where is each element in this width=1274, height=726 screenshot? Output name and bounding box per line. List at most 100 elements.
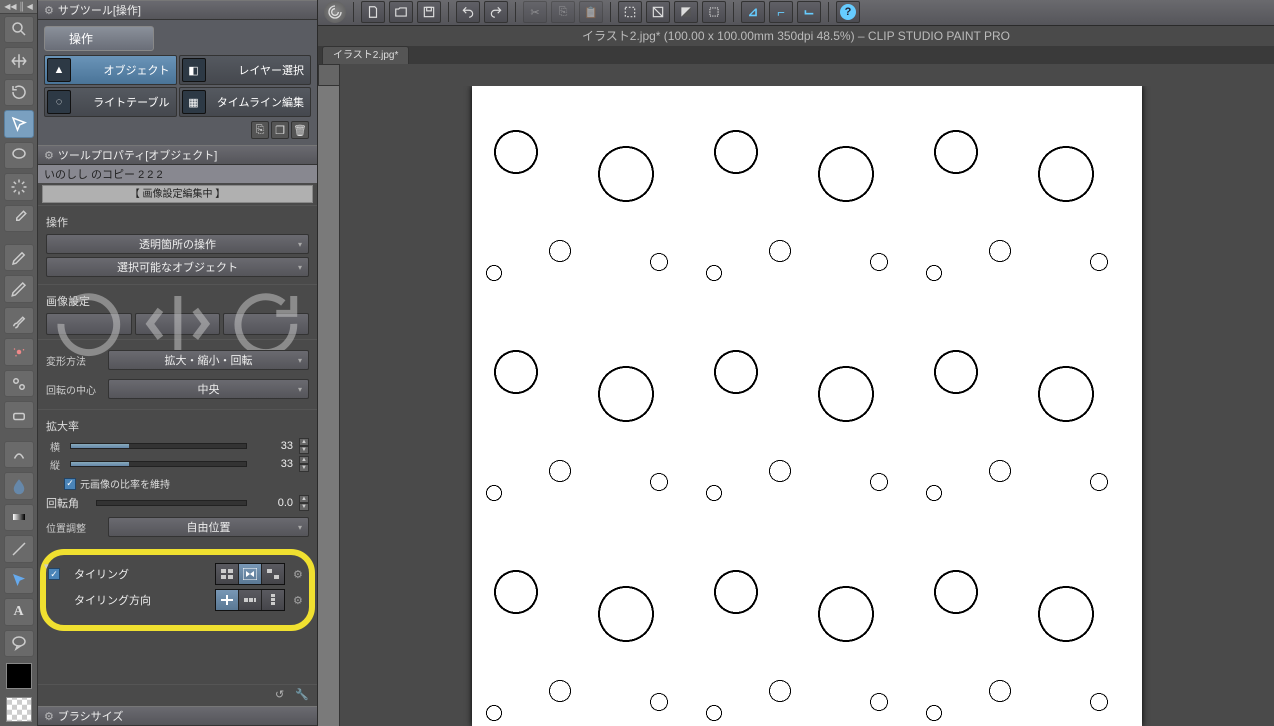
document-tab[interactable]: イラスト2.jpg* bbox=[322, 46, 409, 64]
tool-blend[interactable] bbox=[4, 441, 34, 468]
tiling-dir-h[interactable] bbox=[239, 590, 261, 610]
cut-btn[interactable]: ✂ bbox=[523, 1, 547, 23]
tiling-dir-v[interactable] bbox=[262, 590, 284, 610]
scale-w-label: 横 bbox=[46, 439, 64, 454]
tiling-dir-both[interactable] bbox=[216, 590, 238, 610]
subtool-object[interactable]: ▲オブジェクト bbox=[44, 55, 177, 85]
tool-arrow[interactable] bbox=[4, 567, 34, 594]
top-toolbar: ✂ ⎘ 📋 ⊿ ⌐ ⌙ ? bbox=[318, 0, 1274, 26]
reset-icon[interactable]: ↺ bbox=[275, 688, 291, 704]
tool-lasso[interactable] bbox=[4, 142, 34, 169]
dup-subtool-icon[interactable]: ❐ bbox=[271, 121, 289, 139]
tool-wand[interactable] bbox=[4, 173, 34, 200]
background-color[interactable] bbox=[6, 697, 32, 723]
rotation-slider[interactable] bbox=[96, 500, 247, 506]
rotation-value: 0.0 bbox=[253, 497, 293, 509]
tool-line[interactable] bbox=[4, 535, 34, 562]
tool-fill[interactable] bbox=[4, 472, 34, 499]
open-file-btn[interactable] bbox=[389, 1, 413, 23]
snap-special-btn[interactable]: ⌙ bbox=[797, 1, 821, 23]
subtool-timeline[interactable]: ▦タイムライン編集 bbox=[179, 87, 312, 117]
tool-pencil[interactable] bbox=[4, 275, 34, 302]
scale-h-value: 33 bbox=[253, 458, 293, 470]
trash-icon[interactable]: 🗑 bbox=[291, 121, 309, 139]
tiling-dir-group bbox=[215, 589, 285, 611]
tool-text[interactable]: A bbox=[4, 598, 34, 625]
editing-banner: 【 画像設定編集中 】 bbox=[42, 185, 313, 203]
rotation-label: 回転角 bbox=[46, 495, 90, 511]
tool-balloon[interactable] bbox=[4, 630, 34, 657]
tiling-checkbox[interactable]: ✓ bbox=[48, 568, 60, 580]
keep-ratio-check[interactable]: ✓ 元画像の比率を維持 bbox=[64, 476, 309, 491]
subtool-layer-select[interactable]: ◧レイヤー選択 bbox=[179, 55, 312, 85]
copy-btn[interactable]: ⎘ bbox=[551, 1, 575, 23]
tiling-dir-label: タイリング方向 bbox=[68, 592, 207, 608]
save-btn[interactable] bbox=[417, 1, 441, 23]
clip-logo-icon[interactable] bbox=[324, 1, 346, 23]
canvas-viewport[interactable] bbox=[340, 86, 1274, 726]
canvas-page[interactable] bbox=[472, 86, 1142, 726]
tool-eraser[interactable] bbox=[4, 401, 34, 428]
snap-ruler-btn[interactable]: ⊿ bbox=[741, 1, 765, 23]
subtool-header[interactable]: ⚙ サブツール[操作] bbox=[38, 0, 317, 20]
tool-deco[interactable] bbox=[4, 370, 34, 397]
tool-rotate[interactable] bbox=[4, 79, 34, 106]
select-all-btn[interactable] bbox=[618, 1, 642, 23]
new-subtool-icon[interactable]: ⎘ bbox=[251, 121, 269, 139]
reset-transform-btn[interactable] bbox=[46, 313, 132, 335]
tiling-mode-mirror[interactable] bbox=[239, 564, 261, 584]
scale-h-stepper[interactable]: ▲▼ bbox=[299, 456, 309, 472]
tiling-mode-flip[interactable] bbox=[262, 564, 284, 584]
scale-h-slider[interactable] bbox=[70, 461, 247, 467]
tiling-gear-icon[interactable]: ⚙ bbox=[293, 568, 307, 581]
timeline-icon: ▦ bbox=[182, 90, 206, 114]
undo-btn[interactable] bbox=[456, 1, 480, 23]
deselect-btn[interactable] bbox=[646, 1, 670, 23]
scale-h-label: 縦 bbox=[46, 457, 64, 472]
tool-magnify[interactable] bbox=[4, 16, 34, 43]
tool-move[interactable] bbox=[4, 47, 34, 74]
scale-label: 拡大率 bbox=[46, 418, 309, 434]
tiling-mode-repeat[interactable] bbox=[216, 564, 238, 584]
tiling-label: タイリング bbox=[68, 566, 207, 582]
center-dd[interactable]: 中央 bbox=[108, 379, 309, 399]
property-panel: ⚙ サブツール[操作] 操作 ▲オブジェクト ◧レイヤー選択 ◌ライトテーブル … bbox=[38, 0, 318, 726]
snap-grid-btn[interactable]: ⌐ bbox=[769, 1, 793, 23]
toolprop-header[interactable]: ⚙ ツールプロパティ[オブジェクト] bbox=[38, 145, 317, 165]
transparent-op-dd[interactable]: 透明箇所の操作 bbox=[46, 234, 309, 254]
checkbox-icon: ✓ bbox=[64, 478, 76, 490]
selectable-obj-dd[interactable]: 選択可能なオブジェクト bbox=[46, 257, 309, 277]
tool-eyedropper[interactable] bbox=[4, 205, 34, 232]
position-dd[interactable]: 自由位置 bbox=[108, 517, 309, 537]
tiling-dir-gear-icon[interactable]: ⚙ bbox=[293, 594, 307, 607]
scale-w-stepper[interactable]: ▲▼ bbox=[299, 438, 309, 454]
flip-h-btn[interactable] bbox=[135, 313, 221, 335]
subtool-caption[interactable]: 操作 bbox=[44, 26, 154, 51]
collapse-bar[interactable]: ◀◀ ║ ◀ bbox=[0, 0, 37, 14]
scale-w-slider[interactable] bbox=[70, 443, 247, 449]
new-file-btn[interactable] bbox=[361, 1, 385, 23]
paste-btn[interactable]: 📋 bbox=[579, 1, 603, 23]
canvas-area: ✂ ⎘ 📋 ⊿ ⌐ ⌙ ? イラスト2.jpg* (100.00 x 100.0… bbox=[318, 0, 1274, 726]
invert-sel-btn[interactable] bbox=[674, 1, 698, 23]
tool-brush[interactable] bbox=[4, 307, 34, 334]
flip-v-btn[interactable] bbox=[223, 313, 309, 335]
subtool-lighttable[interactable]: ◌ライトテーブル bbox=[44, 87, 177, 117]
expand-icon[interactable]: ▾ bbox=[44, 561, 49, 572]
tool-pen[interactable] bbox=[4, 244, 34, 271]
tiling-section: ▾ ✓ タイリング ⚙ タイリング方向 ⚙ bbox=[42, 551, 313, 629]
bulb-icon: ◌ bbox=[47, 90, 71, 114]
op-label: 操作 bbox=[46, 214, 309, 230]
tool-airbrush[interactable] bbox=[4, 338, 34, 365]
brushsize-header[interactable]: ⚙ ブラシサイズ bbox=[38, 706, 317, 726]
tool-gradient[interactable] bbox=[4, 504, 34, 531]
redo-btn[interactable] bbox=[484, 1, 508, 23]
help-btn[interactable]: ? bbox=[836, 1, 860, 23]
tool-operation[interactable] bbox=[4, 110, 34, 137]
transform-method-dd[interactable]: 拡大・縮小・回転 bbox=[108, 350, 309, 370]
wrench-icon[interactable]: 🔧 bbox=[295, 688, 311, 704]
foreground-color[interactable] bbox=[6, 663, 32, 689]
tab-bar: イラスト2.jpg* bbox=[318, 46, 1274, 64]
rotation-stepper[interactable]: ▲▼ bbox=[299, 495, 309, 511]
show-sel-btn[interactable] bbox=[702, 1, 726, 23]
